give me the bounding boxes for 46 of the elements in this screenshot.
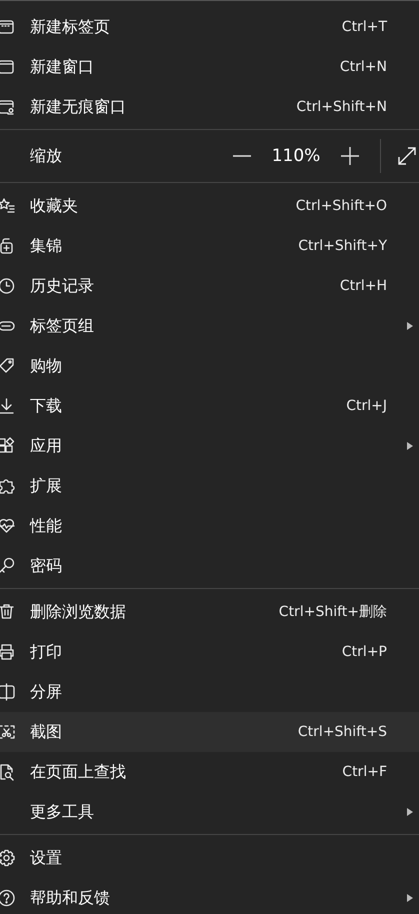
heart-pulse-icon: [0, 517, 15, 535]
printer-icon: [0, 643, 15, 661]
menu-item[interactable]: 扩展: [0, 466, 419, 506]
menu-item[interactable]: 新建标签页 Ctrl+T: [0, 7, 419, 47]
find-in-page-icon: [0, 763, 15, 781]
menu-item[interactable]: 购物: [0, 346, 419, 386]
screenshot-icon: [0, 723, 15, 741]
help-icon: [0, 889, 15, 907]
minus-icon: [233, 155, 251, 157]
menu-item[interactable]: 新建无痕窗口 Ctrl+Shift+N: [0, 87, 419, 127]
key-icon: [0, 557, 15, 575]
apps-icon: [0, 437, 15, 455]
menu-item[interactable]: 打印 Ctrl+P: [0, 632, 419, 672]
star-list-icon: [0, 197, 15, 215]
menu-item[interactable]: 设置: [0, 838, 419, 878]
menu-item[interactable]: 标签页组: [0, 306, 419, 346]
menu-item[interactable]: 删除浏览数据 Ctrl+Shift+删除: [0, 592, 419, 632]
settings-icon: [0, 849, 15, 867]
menu-item[interactable]: 帮助和反馈: [0, 878, 419, 914]
expand-icon: [397, 146, 417, 166]
menu-item[interactable]: 新建窗口 Ctrl+N: [0, 47, 419, 87]
download-icon: [0, 397, 15, 415]
split-screen-icon: [0, 683, 15, 701]
collections-icon: [0, 237, 15, 255]
menu-item[interactable]: 截图 Ctrl+Shift+S: [0, 712, 419, 752]
zoom-in-button[interactable]: [338, 144, 362, 168]
menu-item[interactable]: 更多工具: [0, 792, 419, 832]
menu-item[interactable]: 分屏: [0, 672, 419, 712]
tab-icon: [0, 18, 15, 36]
menu-item[interactable]: 历史记录 Ctrl+H: [0, 266, 419, 306]
private-window-icon: [0, 98, 15, 116]
plus-icon: [341, 147, 359, 165]
menu-item[interactable]: 性能: [0, 506, 419, 546]
tag-icon: [0, 357, 15, 375]
zoom-label: 缩放: [30, 146, 63, 166]
puzzle-icon: [0, 477, 15, 495]
trash-icon: [0, 603, 15, 621]
menu-item[interactable]: 下载 Ctrl+J: [0, 386, 419, 426]
menu-item[interactable]: 密码: [0, 546, 419, 586]
window-icon: [0, 58, 15, 76]
menu-item[interactable]: 在页面上查找 Ctrl+F: [0, 752, 419, 792]
history-icon: [0, 277, 15, 295]
zoom-level: 110%: [270, 146, 322, 166]
menu-item[interactable]: 应用: [0, 426, 419, 466]
menu-item[interactable]: 收藏夹 Ctrl+Shift+O: [0, 186, 419, 226]
menu-item[interactable]: 集锦 Ctrl+Shift+Y: [0, 226, 419, 266]
